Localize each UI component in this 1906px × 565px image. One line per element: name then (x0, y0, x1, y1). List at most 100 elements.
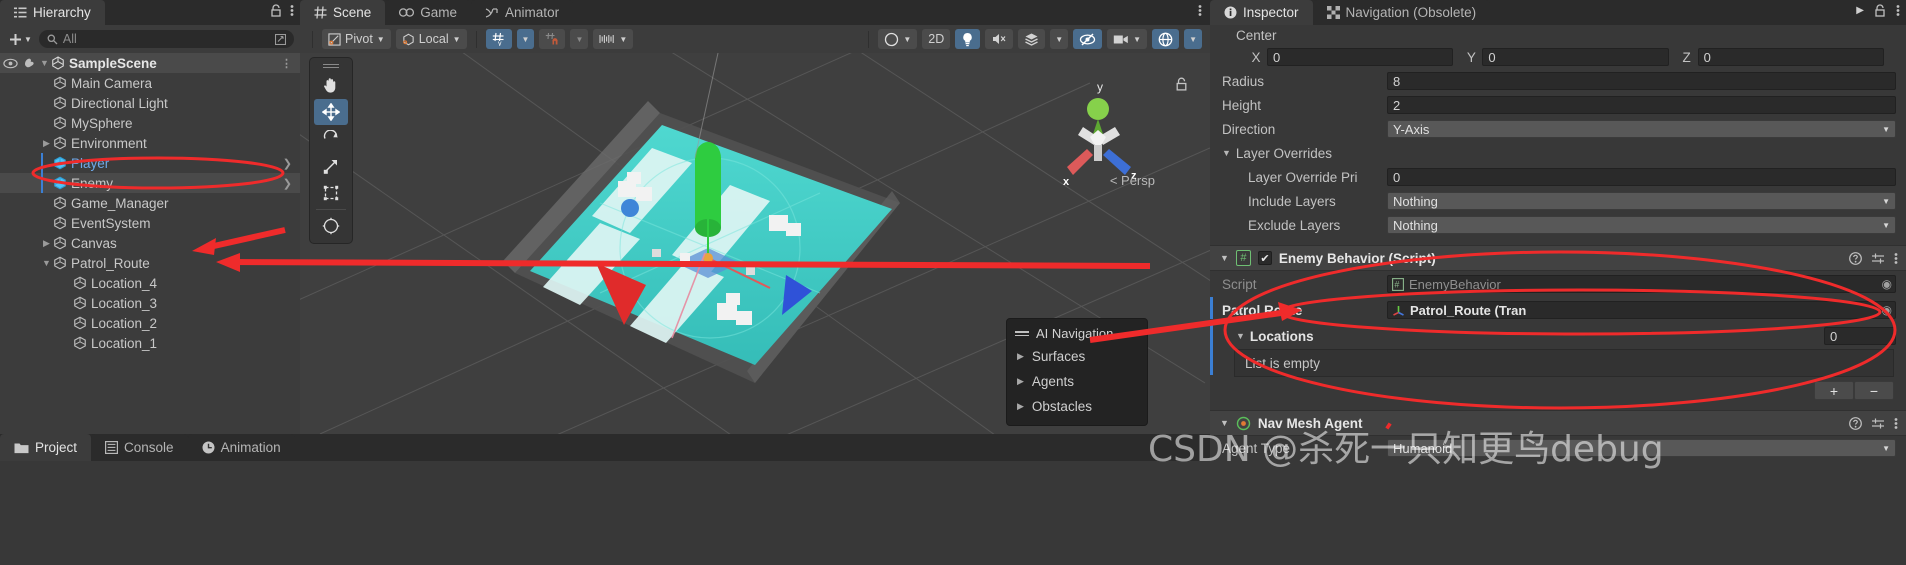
drag-handle-icon[interactable] (1015, 331, 1029, 336)
preset-icon[interactable] (1871, 417, 1885, 430)
hierarchy-row-player[interactable]: Player ❯ (0, 153, 300, 173)
ai-navigation-item-agents[interactable]: ▶ Agents (1007, 369, 1147, 394)
hierarchy-row-location-2[interactable]: Location_2 (0, 313, 300, 333)
draw-mode-button[interactable]: ▼ (878, 29, 918, 49)
snap-dropdown-button[interactable]: ▼ (570, 29, 589, 49)
rect-tool-button[interactable] (314, 180, 348, 206)
lock-icon[interactable] (1874, 4, 1886, 17)
scene-projection-label[interactable]: < Persp (1110, 173, 1155, 188)
pivot-mode-button[interactable]: Pivot ▼ (322, 29, 391, 49)
tab-navigation[interactable]: Navigation (Obsolete) (1312, 0, 1491, 25)
chevron-right-icon[interactable]: ▶ (1017, 351, 1024, 362)
hierarchy-row-patrol-route[interactable]: ▼ Patrol_Route (0, 253, 300, 273)
center-x-group[interactable]: X 0 (1250, 48, 1465, 66)
chevron-down-icon[interactable]: ▼ (40, 258, 53, 268)
hierarchy-row-enemy[interactable]: Enemy ❯ (0, 173, 300, 193)
patrol-route-object-field[interactable]: Patrol_Route (Tran ◉ (1387, 301, 1896, 319)
ai-navigation-item-obstacles[interactable]: ▶ Obstacles (1007, 394, 1147, 419)
hierarchy-row-game-manager[interactable]: Game_Manager (0, 193, 300, 213)
hierarchy-search-input[interactable]: All (38, 30, 294, 48)
hierarchy-tree[interactable]: ▼ SampleScene ⋮ Main Camera Directional L… (0, 53, 300, 434)
direction-dropdown[interactable]: Y-Axis ▼ (1387, 120, 1896, 138)
ai-navigation-header[interactable]: AI Navigation (1007, 323, 1147, 344)
lock-icon[interactable] (270, 4, 282, 17)
hierarchy-row-eventsystem[interactable]: EventSystem (0, 213, 300, 233)
more-menu-icon[interactable] (1894, 417, 1898, 430)
ai-navigation-item-surfaces[interactable]: ▶ Surfaces (1007, 344, 1147, 369)
hierarchy-row-location-1[interactable]: Location_1 (0, 333, 300, 353)
tab-animation[interactable]: Animation (187, 434, 295, 461)
hierarchy-row-main-camera[interactable]: Main Camera (0, 73, 300, 93)
scene-audio-button[interactable] (985, 29, 1014, 49)
chevron-down-icon[interactable]: ▼ (1220, 253, 1229, 263)
grid-visibility-button[interactable]: y (485, 29, 512, 49)
grid-dropdown-button[interactable]: ▼ (516, 29, 535, 49)
gizmos-toggle-button[interactable] (1152, 29, 1180, 49)
nav-mesh-agent-component-header[interactable]: ▼ Nav Mesh Agent (1210, 410, 1906, 436)
ai-navigation-overlay[interactable]: AI Navigation ▶ Surfaces ▶ Agents ▶ Obstacles (1006, 318, 1148, 426)
prefab-open-chevron-icon[interactable]: ❯ (283, 177, 292, 190)
scale-tool-button[interactable] (314, 153, 348, 179)
add-gameobject-button[interactable]: ▼ (6, 33, 35, 46)
tab-project[interactable]: Project (0, 434, 92, 461)
2d-toggle-button[interactable]: 2D (922, 29, 951, 49)
chevron-down-icon[interactable]: ▼ (1222, 148, 1231, 158)
center-z-input[interactable]: 0 (1697, 48, 1884, 66)
gizmos-dropdown-button[interactable]: ▼ (1184, 29, 1202, 49)
chevron-down-icon[interactable]: ▼ (1220, 418, 1229, 428)
tab-hierarchy[interactable]: Hierarchy (0, 0, 105, 25)
object-picker-icon[interactable]: ◉ (1882, 303, 1892, 317)
hand-tool-button[interactable] (314, 72, 348, 98)
move-tool-button[interactable] (314, 99, 348, 125)
chevron-right-icon[interactable]: ▶ (1017, 376, 1024, 387)
locations-add-button[interactable]: + (1814, 381, 1854, 400)
more-menu-icon[interactable] (290, 4, 294, 17)
more-menu-icon[interactable] (1894, 252, 1898, 265)
help-icon[interactable] (1849, 416, 1862, 430)
handle-space-button[interactable]: Local ▼ (395, 29, 467, 49)
tab-animator[interactable]: Animator (471, 0, 574, 25)
hierarchy-row-scene[interactable]: ▼ SampleScene ⋮ (0, 53, 300, 73)
grid-size-button[interactable]: ▼ (593, 29, 634, 49)
more-menu-icon[interactable] (1198, 4, 1202, 17)
transform-tool-button[interactable] (314, 213, 348, 239)
scene-tool-palette[interactable] (309, 57, 353, 244)
palette-grip[interactable] (310, 61, 352, 71)
scene-visibility-button[interactable] (1073, 29, 1103, 49)
agent-type-dropdown[interactable]: Humanoid ▼ (1387, 439, 1896, 457)
tab-console[interactable]: Console (91, 434, 188, 461)
scene-camera-button[interactable]: ▼ (1107, 29, 1148, 49)
visibility-toggle[interactable] (0, 58, 20, 69)
tab-overflow-icon[interactable]: ▶ (1856, 5, 1864, 16)
center-x-input[interactable]: 0 (1267, 48, 1454, 66)
scene-twisty[interactable]: ▼ (38, 58, 51, 68)
tab-scene[interactable]: Scene (300, 0, 386, 25)
preset-icon[interactable] (1871, 252, 1885, 265)
more-menu-icon[interactable] (1896, 4, 1900, 17)
hierarchy-row-mysphere[interactable]: MySphere (0, 113, 300, 133)
enemy-behavior-component-header[interactable]: ▼ # ✔ Enemy Behavior (Script) (1210, 245, 1906, 271)
hierarchy-row-location-4[interactable]: Location_4 (0, 273, 300, 293)
chevron-right-icon[interactable]: ▶ (40, 238, 53, 249)
rotate-tool-button[interactable] (314, 126, 348, 152)
chevron-down-icon[interactable]: ▼ (1236, 331, 1245, 341)
layer-overrides-foldout-row[interactable]: ▼ Layer Overrides (1210, 141, 1906, 165)
chevron-right-icon[interactable]: ▶ (40, 138, 53, 149)
search-filter-icon[interactable] (275, 33, 286, 45)
tab-inspector[interactable]: Inspector (1210, 0, 1313, 25)
prefab-open-chevron-icon[interactable]: ❯ (283, 157, 292, 170)
center-z-group[interactable]: Z 0 (1681, 48, 1896, 66)
locations-count-input[interactable]: 0 (1824, 327, 1896, 345)
scene-fx-dropdown-button[interactable]: ▼ (1050, 29, 1069, 49)
snap-increment-button[interactable] (539, 29, 566, 49)
layer-override-priority-input[interactable]: 0 (1387, 168, 1896, 186)
scene-viewport[interactable]: y x z < Persp AI Navigation ▶ Surfaces ▶… (300, 53, 1210, 434)
height-input[interactable]: 2 (1387, 96, 1896, 114)
scene-fx-button[interactable] (1018, 29, 1046, 49)
scene-lighting-button[interactable] (955, 29, 981, 49)
radius-input[interactable]: 8 (1387, 72, 1896, 90)
hierarchy-row-directional-light[interactable]: Directional Light (0, 93, 300, 113)
chevron-right-icon[interactable]: ▶ (1017, 401, 1024, 412)
tab-game[interactable]: Game (385, 0, 472, 25)
exclude-layers-dropdown[interactable]: Nothing ▼ (1387, 216, 1896, 234)
